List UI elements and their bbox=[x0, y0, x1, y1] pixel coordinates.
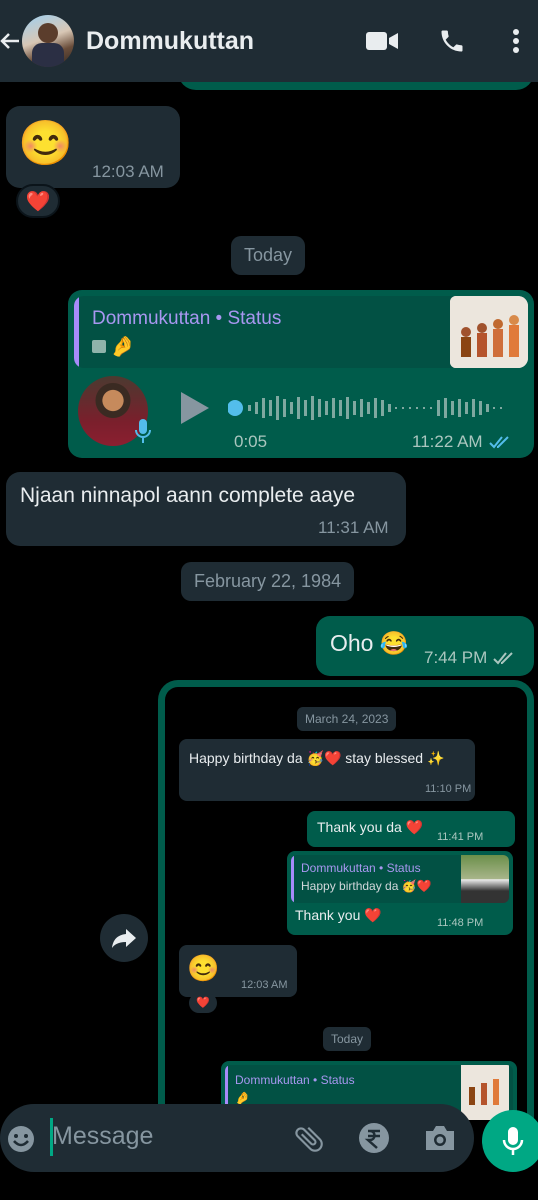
quote-author: Dommukuttan • Status bbox=[92, 308, 282, 329]
message-time: 7:44 PM bbox=[424, 648, 515, 668]
contact-name[interactable]: Dommukuttan bbox=[86, 27, 360, 56]
rupee-payment-icon[interactable] bbox=[358, 1122, 390, 1159]
smile-emoji: 😊 bbox=[18, 119, 73, 168]
voice-waveform[interactable] bbox=[227, 390, 516, 426]
attach-icon[interactable] bbox=[292, 1122, 326, 1161]
message-status-reply-voice[interactable]: Dommukuttan • Status 🤌 0:05 11:22 AM bbox=[68, 290, 534, 458]
quote-bar bbox=[74, 296, 79, 368]
nested-heart: ❤️ bbox=[196, 997, 210, 1009]
avatar[interactable] bbox=[22, 15, 74, 67]
date-chip: Today bbox=[231, 236, 306, 275]
nested-thank-you-text: Thank you ❤️ bbox=[295, 907, 382, 923]
chat-header: Dommukuttan bbox=[0, 0, 538, 82]
message-oho[interactable]: Oho 😂 7:44 PM bbox=[316, 616, 534, 676]
nested-date-chip: March 24, 2023 bbox=[297, 707, 397, 731]
quote-bar bbox=[291, 855, 294, 903]
nested-quote-caption: Happy birthday da 🥳❤️ bbox=[301, 879, 432, 893]
nested-smile-message: 😊 12:03 AM bbox=[179, 945, 297, 997]
nested-bday-text: Happy birthday da 🥳❤️ stay blessed ✨ bbox=[189, 750, 445, 766]
read-ticks-icon bbox=[493, 652, 514, 665]
nested-thanks-message: Thank you da ❤️ 11:41 PM bbox=[307, 811, 515, 847]
status-quote[interactable]: Dommukuttan • Status 🤌 bbox=[74, 296, 528, 368]
read-ticks-icon bbox=[488, 436, 509, 449]
voice-duration: 0:05 bbox=[234, 432, 268, 451]
image-icon bbox=[92, 340, 106, 353]
mic-icon bbox=[502, 1127, 524, 1155]
nested-time: 11:48 PM bbox=[437, 917, 484, 929]
nested-reaction: ❤️ bbox=[189, 993, 217, 1013]
mic-badge-icon bbox=[134, 418, 152, 449]
nested-today-chip: Today bbox=[323, 1027, 372, 1051]
message-time: 11:22 AM bbox=[412, 432, 511, 452]
message-time: 12:03 AM bbox=[92, 162, 164, 181]
quote-caption: 🤌 bbox=[110, 336, 135, 358]
message-text: Oho 😂 bbox=[330, 630, 409, 656]
system-nav-bar bbox=[0, 1180, 538, 1200]
nested-smile-emoji: 😊 bbox=[187, 953, 220, 983]
nested-thanks-text: Thank you da ❤️ bbox=[317, 819, 424, 835]
nested-status-thumb bbox=[461, 855, 509, 903]
time-label: 7:44 PM bbox=[424, 648, 488, 667]
message-incoming-text[interactable]: Njaan ninnapol aann complete aaye 11:31 … bbox=[6, 472, 406, 546]
camera-icon[interactable] bbox=[424, 1124, 456, 1157]
nested-status-reply: Dommukuttan • Status Happy birthday da 🥳… bbox=[287, 851, 513, 935]
nested-quote-name: Dommukuttan • Status bbox=[235, 1073, 355, 1087]
nested-quote-caption: 🤌 bbox=[235, 1091, 250, 1105]
time-label: 11:22 AM bbox=[412, 432, 483, 451]
status-thumbnail bbox=[450, 296, 528, 368]
more-options-icon[interactable] bbox=[494, 19, 538, 63]
nested-bday-message: Happy birthday da 🥳❤️ stay blessed ✨ 11:… bbox=[179, 739, 475, 801]
message-list[interactable]: 😊 12:03 AM ❤️ Today Dommukuttan • Status… bbox=[0, 82, 538, 1120]
nested-time: 11:10 PM bbox=[425, 783, 472, 795]
nested-time: 11:41 PM bbox=[437, 831, 484, 843]
nested-quote: Dommukuttan • Status Happy birthday da 🥳… bbox=[291, 855, 509, 903]
message-text: Njaan ninnapol aann complete aaye bbox=[20, 484, 356, 507]
nested-quote-name: Dommukuttan • Status bbox=[301, 861, 421, 875]
back-arrow-icon[interactable] bbox=[0, 21, 22, 61]
message-smile[interactable]: 😊 12:03 AM bbox=[6, 106, 180, 188]
heart-reaction: ❤️ bbox=[25, 190, 51, 213]
date-chip: February 22, 1984 bbox=[181, 562, 355, 601]
reaction-badge[interactable]: ❤️ bbox=[16, 184, 60, 218]
forward-button[interactable] bbox=[100, 914, 148, 962]
message-input[interactable]: Message bbox=[52, 1122, 153, 1151]
play-button[interactable] bbox=[178, 390, 212, 431]
message-time: 11:31 AM bbox=[318, 518, 389, 537]
message-input-bar[interactable]: Message bbox=[0, 1104, 474, 1172]
voice-record-button[interactable] bbox=[482, 1110, 538, 1172]
video-call-icon[interactable] bbox=[360, 19, 404, 63]
nested-time: 12:03 AM bbox=[241, 979, 288, 991]
voice-call-icon[interactable] bbox=[430, 19, 474, 63]
image-message-screenshot[interactable]: March 24, 2023 Happy birthday da 🥳❤️ sta… bbox=[158, 680, 534, 1120]
emoji-icon[interactable] bbox=[6, 1124, 36, 1159]
